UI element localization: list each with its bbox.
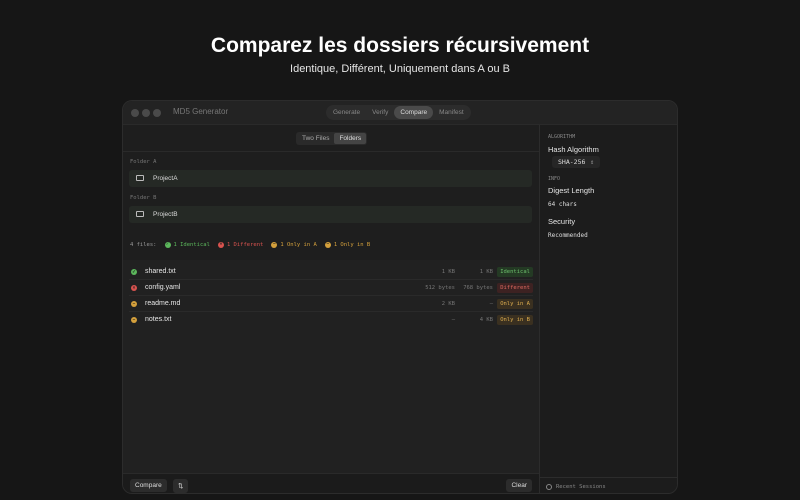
main-tabs: Generate Verify Compare Manifest <box>326 105 471 120</box>
digest-length-value: 64 chars <box>548 201 577 208</box>
digest-length-label: Digest Length <box>548 186 595 195</box>
status-badge: Different <box>497 283 533 293</box>
minus-icon: − <box>324 242 331 248</box>
recent-sessions-button[interactable]: Recent Sessions <box>540 477 677 493</box>
size-b: 1 KB <box>479 269 493 275</box>
info-caption: INFO <box>548 176 561 182</box>
hash-algorithm-label: Hash Algorithm <box>548 145 599 154</box>
check-icon: ✓ <box>164 242 171 248</box>
hero-title: Comparez les dossiers récursivement <box>210 34 590 57</box>
file-list: ✓ shared.txt 1 KB 1 KB Identical × confi… <box>123 260 539 473</box>
security-value: Recommended <box>548 232 588 239</box>
algorithm-caption: ALGORITHM <box>548 134 576 140</box>
divider <box>123 151 539 152</box>
x-icon: × <box>217 242 224 248</box>
check-icon: ✓ <box>131 269 137 275</box>
tab-verify[interactable]: Verify <box>366 106 394 119</box>
mode-selector: Two Files Folders <box>296 132 368 145</box>
folder-a-value: ProjectA <box>153 175 178 182</box>
swap-icon[interactable]: ⇅ <box>173 479 189 493</box>
main-pane: Two Files Folders Folder A ProjectA Fold… <box>123 125 539 493</box>
minus-icon: − <box>131 317 137 323</box>
file-name: readme.md <box>145 300 181 307</box>
size-b: 768 bytes <box>463 285 493 291</box>
folder-a-picker[interactable]: ProjectA <box>129 170 532 187</box>
minus-icon: − <box>131 301 137 307</box>
security-label: Security <box>548 217 576 226</box>
status-badge: Only in B <box>497 315 533 325</box>
compare-button[interactable]: Compare <box>130 479 167 492</box>
footer-bar: Compare ⇅ Clear <box>123 473 539 493</box>
size-b: — <box>489 301 493 307</box>
table-row[interactable]: ✓ shared.txt 1 KB 1 KB Identical <box>129 265 533 280</box>
zoom-button[interactable] <box>153 109 161 117</box>
only-b-count: 1 Only in B <box>333 242 371 248</box>
tab-compare[interactable]: Compare <box>394 106 434 119</box>
folder-b-picker[interactable]: ProjectB <box>129 206 532 223</box>
size-a: 512 bytes <box>425 285 455 291</box>
recent-sessions-label: Recent Sessions <box>556 484 606 490</box>
folder-icon <box>136 211 144 217</box>
app-window: MD5 Generator Generate Verify Compare Ma… <box>122 100 678 494</box>
different-count: 1 Different <box>226 242 264 248</box>
status-badge: Identical <box>497 267 533 277</box>
folder-b-label: Folder B <box>130 195 157 201</box>
inspector-sidebar: ALGORITHM Hash Algorithm SHA-256 ⇕ INFO D… <box>539 125 677 493</box>
file-count: 4 files: <box>130 242 157 248</box>
hash-algorithm-value: SHA-256 <box>558 158 586 166</box>
status-badge: Only in A <box>497 299 533 309</box>
table-row[interactable]: × config.yaml 512 bytes 768 bytes Differ… <box>129 281 533 296</box>
tab-generate[interactable]: Generate <box>327 106 366 119</box>
hero-subtitle: Identique, Différent, Uniquement dans A … <box>290 63 510 75</box>
size-a: — <box>451 317 455 323</box>
x-icon: × <box>131 285 137 291</box>
identical-count: 1 Identical <box>173 242 210 248</box>
tab-manifest[interactable]: Manifest <box>433 106 470 119</box>
folder-icon <box>136 175 144 181</box>
size-a: 1 KB <box>441 269 455 275</box>
title-bar: MD5 Generator Generate Verify Compare Ma… <box>123 101 677 125</box>
only-a-count: 1 Only in A <box>280 242 317 248</box>
file-name: notes.txt <box>145 316 172 323</box>
table-row[interactable]: − notes.txt — 4 KB Only in B <box>129 313 533 328</box>
clear-button[interactable]: Clear <box>506 479 532 492</box>
clock-icon <box>546 484 552 490</box>
size-b: 4 KB <box>479 317 493 323</box>
size-a: 2 KB <box>441 301 455 307</box>
table-row[interactable]: − readme.md 2 KB — Only in A <box>129 297 533 312</box>
file-name: config.yaml <box>145 284 181 291</box>
app-title: MD5 Generator <box>173 107 229 116</box>
file-name: shared.txt <box>145 268 176 275</box>
minimize-button[interactable] <box>142 109 150 117</box>
mode-folders[interactable]: Folders <box>334 133 367 144</box>
chevron-updown-icon: ⇕ <box>590 158 594 166</box>
summary-bar: 4 files: ✓ 1 Identical × 1 Different −1 On… <box>130 242 370 248</box>
folder-a-label: Folder A <box>130 159 157 165</box>
minus-icon: − <box>271 242 278 248</box>
folder-b-value: ProjectB <box>153 211 178 218</box>
hash-algorithm-select[interactable]: SHA-256 ⇕ <box>552 156 600 168</box>
mode-two-files[interactable]: Two Files <box>297 133 334 144</box>
close-button[interactable] <box>131 109 139 117</box>
